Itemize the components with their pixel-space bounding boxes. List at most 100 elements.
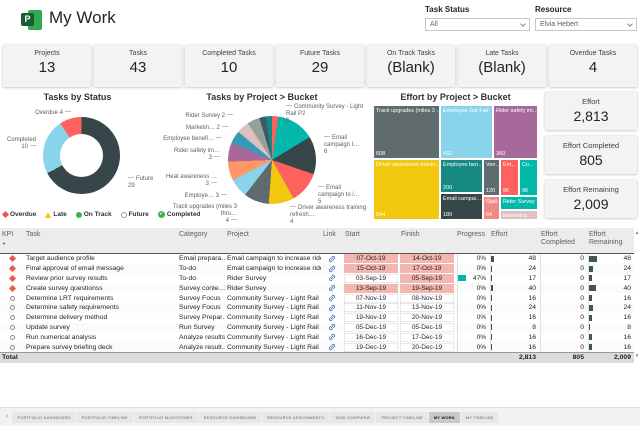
report-tab-task-overview[interactable]: TASK OVERVIEW: [330, 412, 375, 423]
column-header-effort-remaining[interactable]: Effort Remaining: [587, 230, 634, 253]
link-icon[interactable]: [328, 304, 336, 312]
effort-card-value: 805: [545, 152, 637, 168]
treemap-tile[interactable]: Rider Survey: [500, 196, 538, 210]
treemap-tile[interactable]: Co…96: [519, 159, 538, 196]
link-cell[interactable]: [321, 314, 343, 322]
kpi-card[interactable]: Future Tasks29: [276, 45, 364, 87]
start-date: 07-Nov-19: [344, 294, 398, 303]
link-icon[interactable]: [328, 294, 336, 302]
scroll-up-icon[interactable]: ▲: [634, 230, 640, 235]
table-row[interactable]: Run numerical analysisAnalyze resultsCom…: [0, 332, 634, 342]
column-header-project[interactable]: Project: [225, 230, 321, 253]
column-header-task[interactable]: Task: [24, 230, 177, 253]
report-tab-my-timeline[interactable]: MY TIMELINE: [461, 412, 499, 423]
total-effort: 2,813: [489, 354, 539, 361]
finish-date: 05-Sep-19: [400, 274, 454, 283]
treemap-tile[interactable]: Employee ben…200: [440, 159, 483, 193]
table-row[interactable]: Determine safety requirementsSurvey Focu…: [0, 303, 634, 313]
kpi-filter-icon[interactable]: ▼: [2, 242, 22, 247]
column-header-finish[interactable]: Finish: [399, 230, 455, 253]
link-cell[interactable]: [321, 333, 343, 341]
link-cell[interactable]: [321, 323, 343, 331]
column-header-progress[interactable]: Progress: [455, 230, 489, 253]
treemap-tile[interactable]: Employee Job Fair432: [440, 105, 493, 159]
column-header-link[interactable]: Link: [321, 230, 343, 253]
kpi-cell: [0, 276, 24, 281]
effort-remaining-value: 16: [623, 314, 634, 321]
resource-dropdown[interactable]: Elvia Hebert: [535, 18, 637, 31]
task-cell: Review prior survey results: [24, 275, 177, 282]
column-header-category[interactable]: Category: [177, 230, 225, 253]
table-header-row: KPI▼TaskCategoryProjectLinkStartFinishPr…: [0, 228, 634, 254]
effort-by-project-treemap[interactable]: Track upgrades (miles 3 …608Driver aware…: [373, 105, 538, 220]
tab-scroll-left-icon[interactable]: ‹: [6, 412, 8, 422]
kpi-card-label: Overdue Tasks: [549, 50, 637, 57]
link-cell[interactable]: [321, 343, 343, 351]
effort-card[interactable]: Effort Completed805: [545, 136, 637, 174]
treemap-tile[interactable]: Email campai…180: [440, 193, 483, 220]
treemap-tile[interactable]: Driver awareness trainin…544: [373, 159, 440, 220]
link-icon[interactable]: [328, 274, 336, 282]
treemap-tile[interactable]: Track upgrades (miles 3 …608: [373, 105, 440, 159]
link-cell[interactable]: [321, 255, 343, 263]
table-row[interactable]: Review prior survey resultsTo-doRider Su…: [0, 274, 634, 284]
report-tab-resource-assignments[interactable]: RESOURCE ASSIGNMENTS: [262, 412, 329, 423]
effort-cell: 16: [490, 313, 539, 323]
effort-completed-value: 0: [580, 304, 587, 311]
link-cell[interactable]: [321, 294, 343, 302]
treemap-tile[interactable]: Em…96: [500, 159, 519, 196]
report-tab-portfolio-dashboard[interactable]: PORTFOLIO DASHBOARD: [12, 412, 75, 423]
table-row[interactable]: Determine LRT requirementsSurvey FocusCo…: [0, 293, 634, 303]
treemap-tile[interactable]: Ven…120: [483, 159, 500, 196]
kpi-card[interactable]: On Track Tasks(Blank): [367, 45, 455, 87]
link-cell[interactable]: [321, 274, 343, 282]
kpi-card[interactable]: Late Tasks(Blank): [458, 45, 546, 87]
report-tab-resource-dashboard[interactable]: RESOURCE DASHBOARD: [199, 412, 262, 423]
effort-card[interactable]: Effort Remaining2,009: [545, 180, 637, 218]
link-cell[interactable]: [321, 304, 343, 312]
treemap-tile[interactable]: Stati…64: [483, 196, 500, 220]
effort-remaining-bar: [589, 305, 593, 311]
effort-remaining-cell: 16: [588, 342, 634, 352]
kpi-card[interactable]: Tasks43: [94, 45, 182, 87]
report-tab-portfolio-milestones[interactable]: PORTFOLIO MILESTONES: [134, 412, 198, 423]
link-icon[interactable]: [328, 343, 336, 351]
table-row[interactable]: Target audience profileEmail prepara…Ema…: [0, 254, 634, 264]
scroll-down-icon[interactable]: ▼: [634, 353, 640, 358]
task-status-dropdown[interactable]: All: [425, 18, 530, 31]
link-icon[interactable]: [328, 333, 336, 341]
link-icon[interactable]: [328, 284, 336, 292]
table-row[interactable]: Create survey questionssSurvey conte…Rid…: [0, 283, 634, 293]
kpi-card[interactable]: Projects13: [3, 45, 91, 87]
report-tab-portfolio-timeline[interactable]: PORTFOLIO TIMELINE: [77, 412, 133, 423]
link-cell[interactable]: [321, 284, 343, 292]
table-scrollbar[interactable]: ▲ ▼: [634, 228, 640, 363]
report-tab-project-timeline[interactable]: PROJECT TIMELINE: [376, 412, 427, 423]
category-cell: Survey conte…: [177, 285, 225, 292]
link-icon[interactable]: [328, 265, 336, 273]
column-header-effort-completed[interactable]: Effort Completed: [539, 230, 587, 253]
table-row[interactable]: Determine delivery methodSurvey Prepar…C…: [0, 313, 634, 323]
link-icon[interactable]: [328, 255, 336, 263]
category-cell: Run Survey: [177, 324, 225, 331]
link-icon[interactable]: [328, 323, 336, 331]
column-header-start[interactable]: Start: [343, 230, 399, 253]
report-tab-my-work[interactable]: MY WORK: [429, 412, 460, 423]
link-cell[interactable]: [321, 265, 343, 273]
treemap-tile[interactable]: Marketing …: [500, 210, 538, 220]
effort-card[interactable]: Effort2,813: [545, 92, 637, 130]
table-row[interactable]: Update surveyRun SurveyCommunity Survey …: [0, 323, 634, 333]
table-row[interactable]: Final approval of email messageTo-doEmai…: [0, 264, 634, 274]
column-header-kpi[interactable]: KPI▼: [0, 230, 24, 253]
effort-remaining-cell: 16: [588, 332, 634, 342]
overdue-diamond-icon: [8, 285, 15, 292]
link-icon[interactable]: [328, 314, 336, 322]
start-date: 03-Sep-19: [344, 274, 398, 283]
future-circle-icon: [10, 325, 15, 330]
kpi-card[interactable]: Overdue Tasks4: [549, 45, 637, 87]
kpi-card[interactable]: Completed Tasks10: [185, 45, 273, 87]
treemap-tile[interactable]: Rider safety im…360: [493, 105, 538, 159]
column-header-effort[interactable]: Effort: [489, 230, 539, 253]
kpi-card-value: 29: [276, 59, 364, 76]
table-row[interactable]: Prepare survey briefing deckAnalyze resu…: [0, 342, 634, 352]
